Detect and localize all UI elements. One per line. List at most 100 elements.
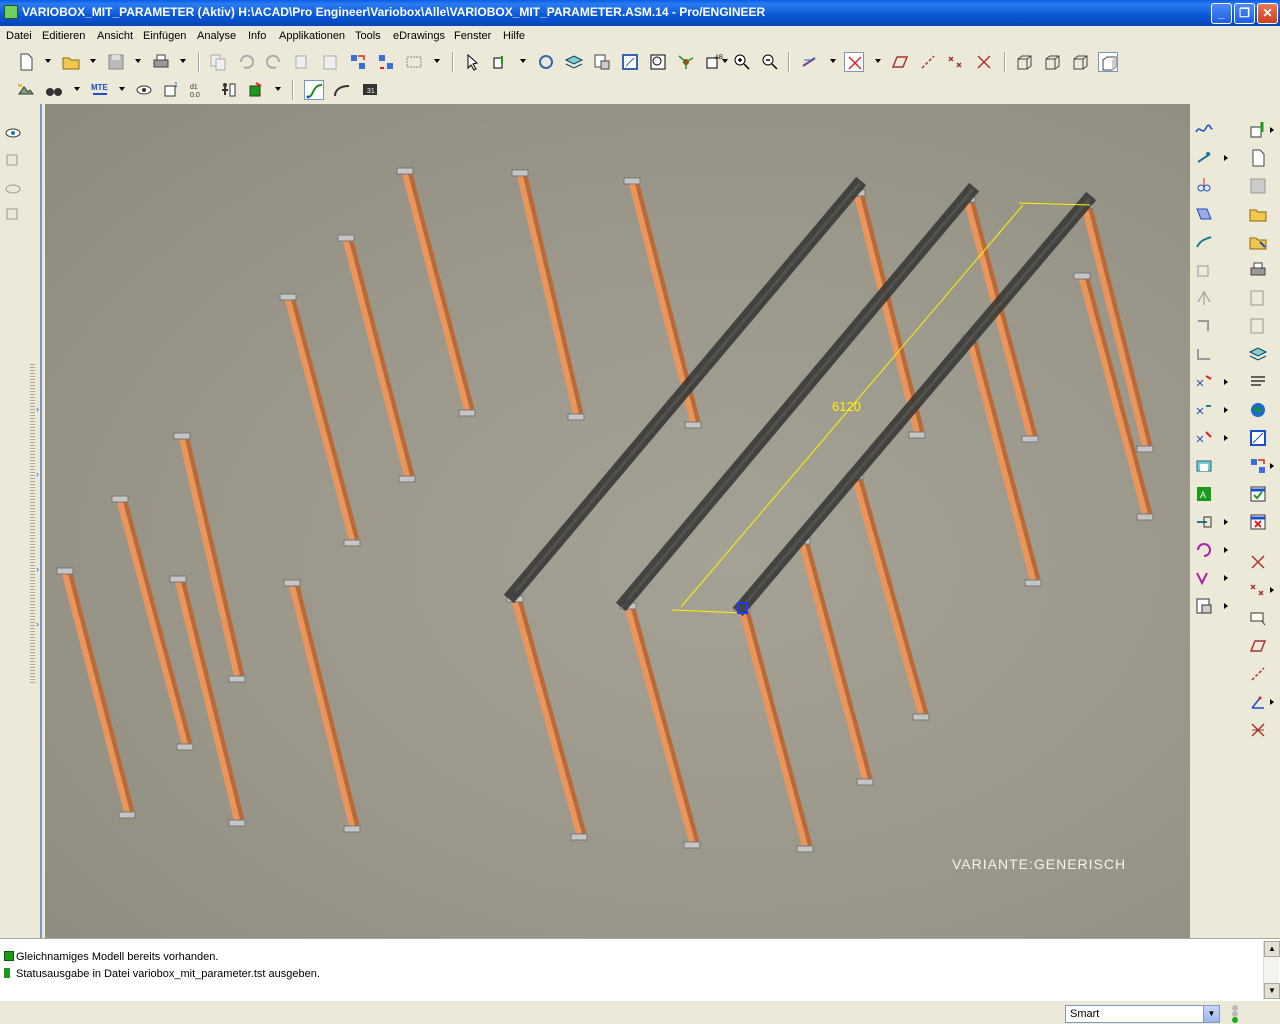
replace-icon[interactable] [1248, 232, 1268, 252]
display-icon[interactable]: 31 [360, 80, 380, 100]
pattern-icon[interactable] [1194, 540, 1214, 560]
layer-stack-icon[interactable] [1248, 344, 1268, 364]
binoculars-icon[interactable] [44, 80, 64, 100]
plane-display-icon[interactable] [890, 52, 910, 72]
view-layer-icon[interactable] [4, 152, 22, 170]
assemble-dropdown-icon[interactable] [520, 59, 526, 63]
menu-info[interactable]: Info [248, 30, 266, 42]
save-part-icon[interactable] [1248, 176, 1268, 196]
round-icon[interactable] [1194, 400, 1214, 420]
csys-create-icon[interactable] [1248, 720, 1268, 740]
annotation-icon[interactable] [1248, 608, 1268, 628]
pick-cursor-icon[interactable] [462, 52, 482, 72]
print-icon[interactable] [151, 52, 171, 72]
copy-icon[interactable] [208, 52, 228, 72]
scroll-down-button[interactable]: ▼ [1264, 983, 1280, 999]
hole-icon[interactable] [1194, 372, 1214, 392]
menu-applikationen[interactable]: Applikationen [279, 30, 345, 42]
datum-plane-icon[interactable] [1194, 204, 1214, 224]
open-dropdown-icon[interactable] [90, 59, 96, 63]
new-part-icon[interactable] [1248, 148, 1268, 168]
zoom-in-icon[interactable] [732, 52, 752, 72]
shell-icon[interactable] [1194, 456, 1214, 476]
save-icon[interactable] [106, 52, 126, 72]
zoom-out-icon[interactable] [760, 52, 780, 72]
close-button[interactable]: ✕ [1257, 3, 1278, 24]
view-hide-icon[interactable] [4, 180, 22, 198]
family-table-icon[interactable] [218, 80, 238, 100]
print-dropdown-icon[interactable] [180, 59, 186, 63]
assemble-icon[interactable] [490, 52, 510, 72]
refit-icon[interactable] [648, 52, 668, 72]
sketch-tool-icon[interactable] [1194, 232, 1214, 252]
reorder-icon[interactable] [1248, 372, 1268, 392]
csys-display-icon[interactable] [844, 52, 864, 72]
menu-analyse[interactable]: Analyse [197, 30, 236, 42]
blend-icon[interactable] [1194, 344, 1214, 364]
panel-expand-icon[interactable]: › [36, 469, 39, 479]
plane-tool-icon[interactable] [1248, 636, 1268, 656]
restore-button[interactable]: ❐ [1234, 3, 1255, 24]
datum-points-icon[interactable] [1248, 580, 1268, 600]
regenerate-manager-icon[interactable] [376, 52, 396, 72]
menu-editieren[interactable]: Editieren [42, 30, 85, 42]
flyout-arrow-icon[interactable] [1224, 155, 1228, 161]
datum-point-icon[interactable] [1194, 148, 1214, 168]
mirror-icon[interactable] [1194, 568, 1214, 588]
spin-center-icon[interactable] [676, 52, 696, 72]
cancel-icon[interactable] [1248, 512, 1268, 532]
flyout-arrow-icon[interactable] [1270, 127, 1274, 133]
revolve-icon[interactable] [1194, 288, 1214, 308]
globe-icon[interactable] [1248, 400, 1268, 420]
datum-curve-icon[interactable] [1194, 120, 1214, 140]
open-folder-icon[interactable] [61, 52, 81, 72]
proe-app-icon[interactable] [4, 5, 18, 19]
wireframe-icon[interactable] [1014, 52, 1034, 72]
image-icon[interactable] [16, 80, 36, 100]
datum-dropdown-icon[interactable] [830, 59, 836, 63]
flyout-arrow-icon[interactable] [1224, 575, 1228, 581]
graphics-viewport[interactable]: 6120 VARIANTE:GENERISCH [45, 104, 1190, 938]
print-part-icon[interactable] [1248, 260, 1268, 280]
flyout-arrow-icon[interactable] [1224, 547, 1228, 553]
panel-expand-icon[interactable]: › [36, 564, 39, 574]
edit-icon[interactable] [1248, 288, 1268, 308]
curve-icon[interactable] [332, 80, 352, 100]
copy2-icon[interactable] [292, 52, 312, 72]
panel-expand-icon[interactable]: › [36, 619, 39, 629]
flyout-arrow-icon[interactable] [1224, 407, 1228, 413]
point-display-icon[interactable] [946, 52, 966, 72]
flyout-arrow-icon[interactable] [1224, 379, 1228, 385]
mte-icon[interactable]: MTE [90, 80, 110, 100]
layers-icon[interactable] [564, 52, 584, 72]
no-hidden-icon[interactable] [1070, 52, 1090, 72]
undo-icon[interactable] [236, 52, 256, 72]
rib-icon[interactable]: A [1194, 484, 1214, 504]
minimize-button[interactable]: _ [1211, 3, 1232, 24]
save-dropdown-icon[interactable] [135, 59, 141, 63]
menu-ansicht[interactable]: Ansicht [97, 30, 133, 42]
extrude-icon[interactable] [1194, 260, 1214, 280]
open-part-icon[interactable] [1248, 204, 1268, 224]
csys-dropdown-icon[interactable] [875, 59, 881, 63]
redo-icon[interactable] [264, 52, 284, 72]
flyout-arrow-icon[interactable] [1270, 587, 1274, 593]
selection-filter-select[interactable]: Smart ▼ [1065, 1005, 1220, 1023]
orient-dropdown-icon[interactable] [722, 59, 728, 63]
datum-axis-icon[interactable] [1194, 176, 1214, 196]
menu-einfuegen[interactable]: Einfügen [143, 30, 186, 42]
csys-toggle-icon[interactable] [974, 52, 994, 72]
panel-sash[interactable] [30, 364, 35, 684]
menu-hilfe[interactable]: Hilfe [503, 30, 525, 42]
datum-display-icon[interactable] [800, 52, 820, 72]
chevron-down-icon[interactable]: ▼ [1203, 1006, 1219, 1022]
axis-display-icon[interactable] [918, 52, 938, 72]
orient-icon[interactable]: AB [704, 52, 724, 72]
datum-cross-icon[interactable] [1248, 552, 1268, 572]
select-dropdown-icon[interactable] [434, 59, 440, 63]
flyout-arrow-icon[interactable] [1270, 463, 1274, 469]
menu-fenster[interactable]: Fenster [454, 30, 491, 42]
axis-tool-icon[interactable] [1248, 664, 1268, 684]
eye-icon[interactable] [134, 80, 154, 100]
shading-icon[interactable] [1098, 52, 1118, 72]
